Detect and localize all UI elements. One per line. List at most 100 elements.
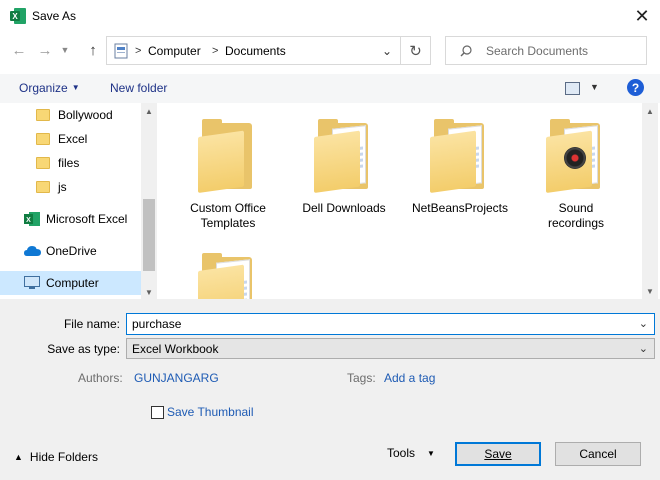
- address-bar[interactable]: > Computer > Documents ⌄: [106, 36, 401, 65]
- sidebar-item-microsoft-excel[interactable]: X Microsoft Excel: [0, 207, 141, 231]
- up-button[interactable]: ↑: [83, 40, 103, 60]
- title-bar: X Save As ✕: [0, 0, 660, 32]
- sidebar-item-label: Excel: [58, 132, 88, 146]
- chevron-down-icon: ⌄: [638, 343, 648, 355]
- breadcrumb-separator-icon: >: [135, 45, 142, 57]
- organize-menu[interactable]: Organize ▼: [19, 81, 80, 95]
- help-button[interactable]: ?: [627, 79, 644, 96]
- file-name-value: purchase: [132, 317, 182, 331]
- add-tag-link[interactable]: Add a tag: [384, 371, 435, 385]
- caret-up-icon: ▲: [14, 452, 23, 462]
- folder-item-netbeansprojects[interactable]: NetBeansProjects: [402, 119, 518, 216]
- hide-folders-toggle[interactable]: ▲ Hide Folders: [14, 450, 98, 464]
- folder-item-custom-office-templates[interactable]: Custom Office Templates: [170, 119, 286, 231]
- folder-item-sound-recordings[interactable]: Sound recordings: [518, 119, 634, 231]
- sidebar-item-excel[interactable]: Excel: [0, 127, 141, 151]
- sidebar-item-label: js: [58, 180, 67, 194]
- tools-label: Tools: [387, 446, 416, 460]
- computer-small-icon: [114, 43, 128, 59]
- breadcrumb-computer[interactable]: Computer: [148, 44, 201, 58]
- window-title: Save As: [32, 9, 77, 23]
- folder-icon: [36, 133, 50, 145]
- breadcrumb-documents[interactable]: Documents: [225, 44, 286, 58]
- forward-button[interactable]: →: [35, 40, 55, 60]
- folder-icon: [36, 157, 50, 169]
- sidebar-item-computer[interactable]: Computer: [0, 271, 141, 295]
- svg-text:X: X: [12, 12, 18, 21]
- file-list-scrollbar[interactable]: [642, 103, 658, 299]
- close-icon: ✕: [634, 5, 650, 26]
- cancel-button-label: Cancel: [579, 447, 617, 461]
- chevron-down-icon: ▼: [60, 45, 70, 55]
- search-placeholder: Search Documents: [486, 44, 589, 58]
- scroll-down-icon[interactable]: ▼: [143, 286, 155, 298]
- scroll-down-icon[interactable]: ▼: [644, 285, 656, 297]
- scroll-up-icon[interactable]: ▲: [143, 105, 155, 117]
- refresh-icon: ↻: [409, 42, 422, 60]
- computer-icon: [24, 276, 40, 289]
- navigation-pane: Bollywood Excel files js X Microsoft Exc…: [0, 103, 157, 299]
- arrow-right-icon: →: [37, 41, 53, 59]
- sidebar-item-label: Bollywood: [58, 108, 113, 122]
- folder-icon: [198, 119, 258, 193]
- arrow-up-icon: ↑: [89, 41, 97, 59]
- hide-folders-label: Hide Folders: [29, 450, 98, 464]
- authors-value[interactable]: GUNJANGARG: [134, 371, 219, 385]
- excel-icon: X: [24, 212, 40, 226]
- chevron-down-icon[interactable]: ⌄: [382, 44, 392, 58]
- organize-label: Organize: [19, 81, 68, 95]
- sidebar-scroll-thumb[interactable]: [143, 199, 155, 271]
- tools-menu[interactable]: Tools ▼: [387, 446, 435, 460]
- search-icon: [460, 45, 472, 57]
- save-button-label: Save: [484, 447, 512, 461]
- cloud-icon: [24, 246, 41, 256]
- folder-with-documents-icon: [314, 119, 374, 193]
- sidebar-item-label: Computer: [46, 276, 99, 290]
- sidebar-item-onedrive[interactable]: OneDrive: [0, 239, 141, 263]
- caret-down-icon[interactable]: ▼: [590, 82, 599, 92]
- excel-app-icon: X: [10, 8, 26, 24]
- command-toolbar: Organize ▼ New folder ▼: [0, 74, 660, 103]
- file-name-input[interactable]: purchase ⌄: [126, 313, 655, 335]
- folder-item-dell-downloads[interactable]: Dell Downloads: [286, 119, 402, 216]
- folder-icon: [36, 181, 50, 193]
- save-as-type-value: Excel Workbook: [132, 342, 219, 356]
- save-thumbnail-checkbox[interactable]: [151, 406, 164, 419]
- tags-label: Tags:: [347, 371, 376, 385]
- refresh-button[interactable]: ↻: [401, 36, 431, 65]
- sidebar-item-label: Microsoft Excel: [46, 212, 128, 226]
- file-list: Custom Office Templates Dell Downloads N…: [158, 103, 658, 299]
- save-as-type-label: Save as type:: [47, 342, 120, 356]
- save-thumbnail-label[interactable]: Save Thumbnail: [167, 405, 254, 419]
- sidebar-item-label: OneDrive: [46, 244, 97, 258]
- new-folder-button[interactable]: New folder: [110, 81, 167, 95]
- recent-locations-dropdown[interactable]: ▼: [58, 41, 72, 59]
- close-button[interactable]: ✕: [628, 4, 656, 28]
- breadcrumb-separator-icon: >: [212, 45, 219, 57]
- file-name-label: File name:: [63, 317, 120, 331]
- folder-with-documents-icon: [430, 119, 490, 193]
- arrow-left-icon: ←: [11, 41, 27, 59]
- folder-item-label: NetBeansProjects: [411, 201, 509, 215]
- save-as-type-select[interactable]: Excel Workbook ⌄: [126, 338, 655, 359]
- folder-icon: [36, 109, 50, 121]
- folder-item-label-line2: Templates: [200, 216, 256, 230]
- caret-down-icon: ▼: [71, 83, 80, 92]
- save-button[interactable]: Save: [455, 442, 541, 466]
- scroll-up-icon[interactable]: ▲: [644, 105, 656, 117]
- sidebar-item-files[interactable]: files: [0, 151, 141, 175]
- search-box[interactable]: Search Documents: [445, 36, 647, 65]
- caret-down-icon: ▼: [427, 448, 435, 458]
- folder-item-label: Dell Downloads: [302, 201, 386, 215]
- sidebar-item-js[interactable]: js: [0, 175, 141, 199]
- folder-item-partial[interactable]: [170, 253, 286, 299]
- back-button[interactable]: ←: [9, 40, 29, 60]
- folder-item-label: Sound: [558, 201, 594, 215]
- sidebar-item-bollywood[interactable]: Bollywood: [0, 103, 141, 127]
- sidebar-item-label: files: [58, 156, 80, 170]
- change-view-icon[interactable]: [565, 82, 580, 95]
- music-folder-icon: [546, 119, 606, 193]
- cancel-button[interactable]: Cancel: [555, 442, 641, 466]
- chevron-down-icon[interactable]: ⌄: [639, 317, 648, 330]
- svg-text:X: X: [26, 217, 31, 224]
